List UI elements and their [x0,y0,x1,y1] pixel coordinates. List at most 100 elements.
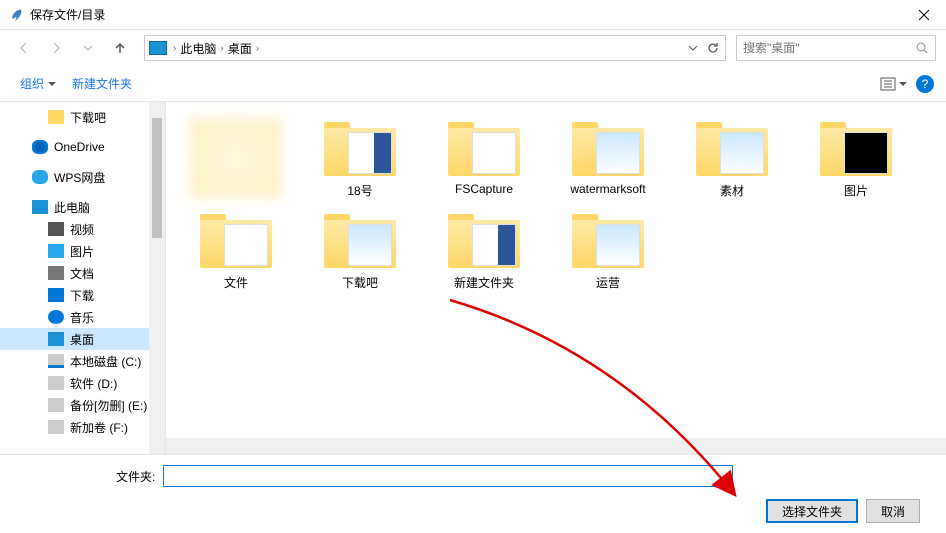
select-folder-button[interactable]: 选择文件夹 [766,499,858,523]
sidebar-item-label: WPS网盘 [54,169,105,186]
ic-down-icon [48,288,64,302]
sidebar-item-5[interactable]: 图片 [0,240,165,262]
forward-button[interactable] [42,34,70,62]
refresh-icon[interactable] [705,40,721,56]
breadcrumb-pc[interactable]: 此电脑 [176,40,220,57]
sidebar-item-label: 本地磁盘 (C:) [70,353,141,370]
folder-icon [696,118,768,176]
search-icon [915,41,929,55]
up-button[interactable] [106,34,134,62]
folder-icon [324,210,396,268]
ic-doc-icon [48,266,64,280]
sidebar-scrollbar[interactable] [149,102,165,454]
folder-item-6[interactable]: 文件 [190,210,282,291]
sidebar-item-label: 备份[勿删] (E:) [70,397,147,414]
sidebar-item-9[interactable]: 桌面 [0,328,165,350]
close-icon [918,9,930,21]
ic-wps-icon [32,170,48,184]
sidebar-item-11[interactable]: 软件 (D:) [0,372,165,394]
navbar: › 此电脑 › 桌面 › [0,30,946,66]
sidebar-item-8[interactable]: 音乐 [0,306,165,328]
folder-icon [820,118,892,176]
sidebar-item-12[interactable]: 备份[勿删] (E:) [0,394,165,416]
folder-item-8[interactable]: 新建文件夹 [438,210,530,291]
titlebar: 保存文件/目录 [0,0,946,30]
folder-icon [324,118,396,176]
sidebar-item-label: 桌面 [70,331,94,348]
sidebar-item-label: OneDrive [54,140,105,154]
main-area: 下载吧OneDriveWPS网盘此电脑视频图片文档下载音乐桌面本地磁盘 (C:)… [0,102,946,454]
ic-pic-icon [48,244,64,258]
sidebar-item-label: 新加卷 (F:) [70,419,128,436]
folder-label: 运营 [596,274,620,291]
ic-drive2-icon [48,398,64,412]
close-button[interactable] [901,0,946,30]
folder-item-9[interactable]: 运营 [562,210,654,291]
dropdown-icon[interactable] [687,42,699,54]
sidebar-item-0[interactable]: 下载吧 [0,106,165,128]
sidebar-item-6[interactable]: 文档 [0,262,165,284]
folder-icon [572,118,644,176]
sidebar-item-label: 视频 [70,221,94,238]
folder-item-7[interactable]: 下载吧 [314,210,406,291]
content-scrollbar[interactable] [166,438,946,454]
folder-icon [448,118,520,176]
breadcrumb-desktop[interactable]: 桌面 [224,40,256,57]
folder-item-3[interactable]: watermarksoft [562,118,654,204]
sidebar-item-label: 软件 (D:) [70,375,117,392]
folder-label: 素材 [720,182,744,199]
sidebar-item-7[interactable]: 下载 [0,284,165,306]
ic-onedrive-icon [32,140,48,154]
search-input[interactable] [743,41,915,55]
sidebar-item-13[interactable]: 新加卷 (F:) [0,416,165,438]
footer: 文件夹: 选择文件夹 取消 [0,454,946,533]
folder-label: 文件夹: [116,468,155,485]
sidebar-item-3[interactable]: 此电脑 [0,196,165,218]
folder-item-1[interactable]: 18号 [314,118,406,204]
folder-item-2[interactable]: FSCapture [438,118,530,204]
sidebar-item-label: 音乐 [70,309,94,326]
ic-desk-icon [48,332,64,346]
folder-item-4[interactable]: 素材 [686,118,778,204]
window-title: 保存文件/目录 [30,6,901,23]
new-folder-button[interactable]: 新建文件夹 [64,71,140,96]
crumb-separator: › [256,43,259,54]
help-button[interactable]: ? [916,75,934,93]
ic-drive2-icon [48,376,64,390]
ic-pc-icon [32,200,48,214]
ic-folder-icon [48,110,64,124]
arrow-left-icon [16,40,32,56]
sidebar-item-1[interactable]: OneDrive [0,136,165,158]
sidebar: 下载吧 OneDrive WPS网盘此电脑视频图片文档下载音乐桌面本地磁盘 (C:)… [0,102,166,454]
address-bar[interactable]: › 此电脑 › 桌面 › [144,35,726,61]
view-button[interactable] [880,75,908,93]
folder-input[interactable] [163,465,733,487]
folder-icon [190,118,282,198]
chevron-down-icon [48,80,56,88]
arrow-right-icon [48,40,64,56]
back-button[interactable] [10,34,38,62]
sidebar-item-label: 下载 [70,287,94,304]
folder-label: 文件 [224,274,248,291]
folder-label: 18号 [347,182,372,199]
folder-item-0[interactable] [190,118,282,204]
search-bar[interactable] [736,35,936,61]
organize-button[interactable]: 组织 [12,71,64,96]
app-icon [8,7,24,23]
chevron-down-icon [82,42,94,54]
folder-item-5[interactable]: 图片 [810,118,902,204]
sidebar-item-10[interactable]: 本地磁盘 (C:) [0,350,165,372]
toolbar: 组织 新建文件夹 ? [0,66,946,102]
ic-video-icon [48,222,64,236]
sidebar-item-2[interactable]: WPS网盘 [0,166,165,188]
sidebar-item-4[interactable]: 视频 [0,218,165,240]
folder-label: watermarksoft [570,182,645,196]
ic-drive-icon [48,354,64,368]
folder-label: FSCapture [455,182,513,196]
sidebar-item-label: 此电脑 [54,199,90,216]
recent-button[interactable] [74,34,102,62]
sidebar-item-label: 图片 [70,243,94,260]
arrow-up-icon [112,40,128,56]
folder-label: 新建文件夹 [454,274,514,291]
cancel-button[interactable]: 取消 [866,499,920,523]
